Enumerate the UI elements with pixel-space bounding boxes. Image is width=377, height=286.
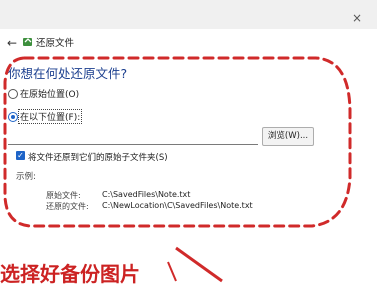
annotation-arrow-line xyxy=(175,246,223,283)
window-title-bar xyxy=(0,0,377,29)
option-original-location-label[interactable]: 在原始位置(O) xyxy=(20,87,79,100)
example-original-key: 原始文件: xyxy=(46,191,81,200)
window-title: 还原文件 xyxy=(36,38,75,49)
annotation-arrow-line-2 xyxy=(167,261,177,282)
example-restored-key: 还原的文件: xyxy=(46,202,89,211)
close-icon[interactable]: × xyxy=(352,12,364,24)
back-arrow-icon[interactable]: ← xyxy=(7,37,17,49)
radio-original-location[interactable] xyxy=(8,89,18,99)
option-custom-location-label[interactable]: 在以下位置(F): xyxy=(17,109,83,124)
keep-subfolders-label[interactable]: 将文件还原到它们的原始子文件夹(S) xyxy=(28,151,168,163)
restore-file-icon xyxy=(23,38,32,46)
radio-custom-location[interactable] xyxy=(8,112,18,122)
page-heading: 你想在何处还原文件? xyxy=(8,66,128,81)
keep-subfolders-checkbox[interactable]: ✓ xyxy=(16,151,25,160)
browse-button[interactable]: 浏览(W)... xyxy=(262,127,314,146)
example-restored-value: C:\NewLocation\C\SavedFiles\Note.txt xyxy=(102,201,253,210)
example-label: 示例: xyxy=(16,172,36,182)
location-input[interactable] xyxy=(8,129,258,145)
example-original-value: C:\SavedFiles\Note.txt xyxy=(102,190,191,199)
annotation-caption: 选择好备份图片 xyxy=(0,262,140,286)
